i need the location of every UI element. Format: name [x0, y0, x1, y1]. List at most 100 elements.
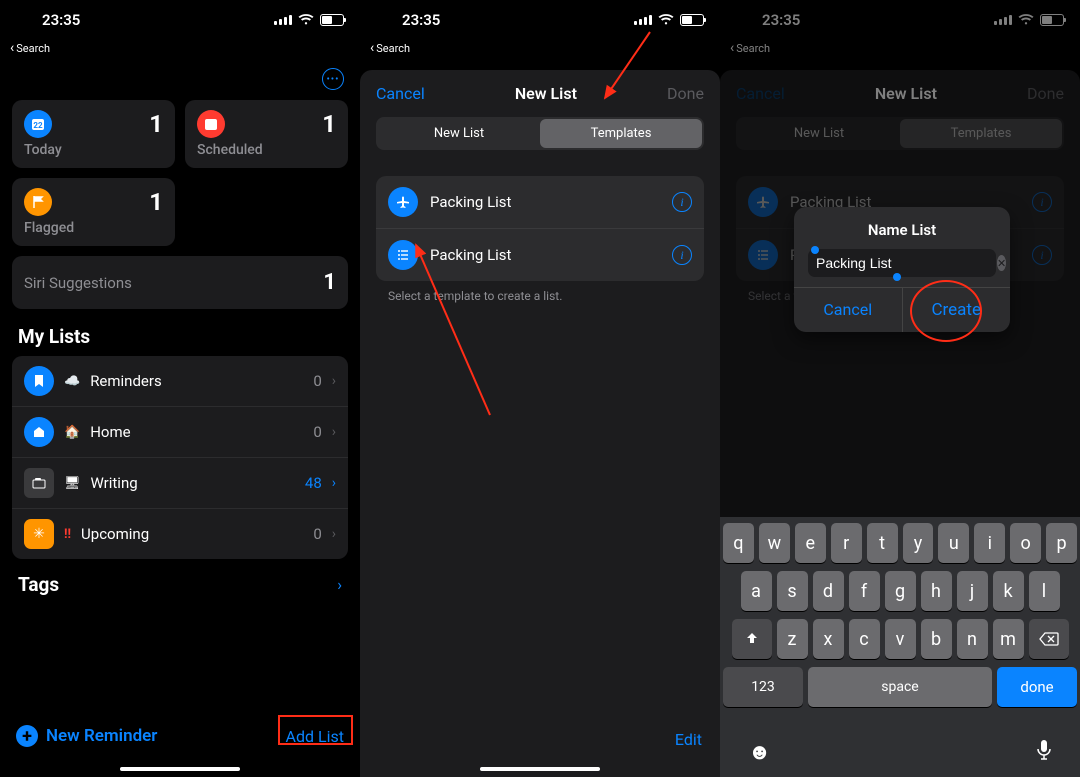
- status-time: 23:35: [376, 11, 634, 29]
- key-b[interactable]: b: [921, 619, 952, 659]
- key-p[interactable]: p: [1046, 523, 1077, 563]
- key-i[interactable]: i: [974, 523, 1005, 563]
- wifi-icon: [298, 14, 314, 26]
- info-icon[interactable]: i: [672, 245, 692, 265]
- key-g[interactable]: g: [885, 571, 916, 611]
- key-n[interactable]: n: [957, 619, 988, 659]
- list-row-reminders[interactable]: ☁️ Reminders 0 ›: [12, 356, 348, 407]
- selection-handle-left[interactable]: [811, 246, 819, 254]
- info-icon[interactable]: i: [672, 192, 692, 212]
- key-e[interactable]: e: [795, 523, 826, 563]
- house-icon: [24, 417, 54, 447]
- siri-suggestions-card[interactable]: Siri Suggestions 1: [12, 256, 348, 309]
- scheduled-card[interactable]: 1 Scheduled: [185, 100, 348, 168]
- selection-handle-right[interactable]: [893, 273, 901, 281]
- home-indicator[interactable]: [480, 767, 600, 771]
- new-list-sheet: Cancel New List Done New List Templates …: [360, 70, 720, 777]
- key-d[interactable]: d: [813, 571, 844, 611]
- key-o[interactable]: o: [1010, 523, 1041, 563]
- house-emoji-icon: 🏠: [64, 425, 80, 440]
- key-f[interactable]: f: [849, 571, 880, 611]
- list-name: Home: [90, 423, 303, 441]
- svg-text:22: 22: [33, 121, 43, 130]
- key-m[interactable]: m: [993, 619, 1024, 659]
- key-v[interactable]: v: [885, 619, 916, 659]
- keyboard[interactable]: q w e r t y u i o p a s d f g h j k l z …: [720, 517, 1080, 777]
- priority-icon: !!: [64, 527, 71, 542]
- list-row-upcoming[interactable]: ✳︎ !! Upcoming 0 ›: [12, 509, 348, 559]
- signal-icon: [274, 15, 292, 25]
- key-c[interactable]: c: [849, 619, 880, 659]
- popup-create-button[interactable]: Create: [903, 288, 1011, 332]
- clear-input-icon[interactable]: ✕: [997, 255, 1006, 271]
- key-u[interactable]: u: [938, 523, 969, 563]
- status-right: [634, 14, 704, 26]
- template-name: Packing List: [430, 193, 660, 211]
- edit-button[interactable]: Edit: [675, 730, 702, 749]
- tags-row[interactable]: Tags ›: [12, 559, 348, 610]
- new-reminder-label: New Reminder: [46, 726, 157, 746]
- key-123[interactable]: 123: [723, 667, 803, 707]
- seg-templates[interactable]: Templates: [540, 119, 702, 148]
- key-s[interactable]: s: [777, 571, 808, 611]
- list-row-writing[interactable]: 🖥 Writing 48 ›: [12, 458, 348, 509]
- flagged-card[interactable]: 1 Flagged: [12, 178, 175, 246]
- plus-circle-icon: +: [16, 725, 38, 747]
- chevron-right-icon: ›: [332, 373, 336, 389]
- key-r[interactable]: r: [831, 523, 862, 563]
- done-button[interactable]: Done: [667, 84, 704, 103]
- back-to-search[interactable]: Search: [0, 40, 360, 56]
- key-space[interactable]: space: [808, 667, 992, 707]
- battery-icon: [320, 14, 344, 26]
- key-x[interactable]: x: [813, 619, 844, 659]
- key-t[interactable]: t: [867, 523, 898, 563]
- list-name-input[interactable]: [816, 255, 997, 271]
- popup-cancel-button[interactable]: Cancel: [794, 288, 903, 332]
- key-q[interactable]: q: [723, 523, 754, 563]
- key-h[interactable]: h: [921, 571, 952, 611]
- emoji-button[interactable]: ☻: [748, 739, 771, 767]
- template-helper-text: Select a template to create a list.: [360, 281, 720, 311]
- key-y[interactable]: y: [903, 523, 934, 563]
- key-k[interactable]: k: [993, 571, 1024, 611]
- template-row[interactable]: Packing List i: [376, 176, 704, 229]
- scheduled-label: Scheduled: [197, 142, 336, 158]
- list-count: 48: [305, 474, 322, 492]
- list-name-input-wrap: ✕: [808, 249, 996, 277]
- today-card[interactable]: 22 1 Today: [12, 100, 175, 168]
- cancel-button[interactable]: Cancel: [376, 84, 425, 103]
- key-j[interactable]: j: [957, 571, 988, 611]
- add-list-button[interactable]: Add List: [286, 727, 344, 746]
- screen-name-list-popup: 23:35 Search Cancel New List Done New Li…: [720, 0, 1080, 777]
- back-to-search[interactable]: Search: [360, 40, 720, 56]
- sheet-title: New List: [515, 84, 577, 103]
- tags-label: Tags: [18, 573, 59, 596]
- flagged-count: 1: [149, 188, 163, 216]
- cloud-icon: ☁️: [64, 374, 80, 389]
- seg-new-list[interactable]: New List: [378, 119, 540, 148]
- status-right: [274, 14, 344, 26]
- list-row-home[interactable]: 🏠 Home 0 ›: [12, 407, 348, 458]
- scheduled-count: 1: [322, 110, 336, 138]
- template-row[interactable]: Packing List i: [376, 229, 704, 281]
- today-count: 1: [149, 110, 163, 138]
- key-w[interactable]: w: [759, 523, 790, 563]
- key-z[interactable]: z: [777, 619, 808, 659]
- key-a[interactable]: a: [741, 571, 772, 611]
- list-count: 0: [313, 372, 321, 390]
- dictation-button[interactable]: [1036, 739, 1052, 767]
- monitor-icon: 🖥: [64, 476, 81, 491]
- keyboard-row-1: q w e r t y u i o p: [723, 523, 1077, 563]
- new-reminder-button[interactable]: + New Reminder: [16, 725, 157, 747]
- keyboard-row-4: 123 space done: [723, 667, 1077, 707]
- key-l[interactable]: l: [1029, 571, 1060, 611]
- key-done[interactable]: done: [997, 667, 1077, 707]
- key-backspace[interactable]: [1029, 619, 1069, 659]
- today-label: Today: [24, 142, 163, 158]
- key-shift[interactable]: [732, 619, 772, 659]
- home-indicator[interactable]: [120, 767, 240, 771]
- siri-count: 1: [323, 270, 336, 295]
- more-menu-button[interactable]: •••: [322, 68, 344, 90]
- segmented-control[interactable]: New List Templates: [376, 117, 704, 150]
- chevron-right-icon: ›: [332, 526, 336, 542]
